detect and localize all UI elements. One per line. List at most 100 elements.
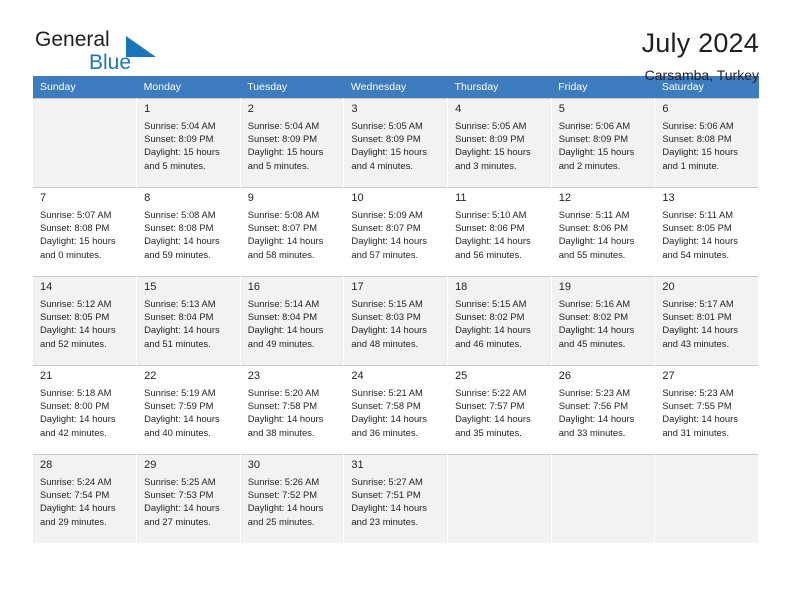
- daylight-duration-line2: and 45 minutes.: [558, 337, 626, 349]
- calendar-day-cell[interactable]: 11 Sunrise: 5:10 AM Sunset: 8:06 PM Dayligh…: [447, 187, 552, 276]
- calendar-day-cell[interactable]: 13 Sunrise: 5:11 AM Sunset: 8:05 PM Dayligh…: [654, 187, 759, 276]
- weekday-header-sunday: Sunday: [33, 76, 137, 98]
- calendar-day-cell[interactable]: 17 Sunrise: 5:15 AM Sunset: 8:03 PM Dayligh…: [343, 276, 449, 365]
- daylight-duration-line1: Daylight: 15 hours: [662, 146, 738, 158]
- calendar-day-cell[interactable]: 6 Sunrise: 5:06 AM Sunset: 8:08 PM Daylight…: [654, 98, 759, 187]
- calendar-day-cell[interactable]: 23 Sunrise: 5:20 AM Sunset: 7:58 PM Dayligh…: [240, 365, 345, 454]
- sunrise-time: Sunrise: 5:11 AM: [558, 209, 630, 220]
- sunrise-time: Sunrise: 5:09 AM: [351, 209, 423, 220]
- daylight-duration-line2: and 58 minutes.: [247, 248, 315, 260]
- day-number: 18: [455, 281, 468, 293]
- calendar-week-row: 1 Sunrise: 5:04 AM Sunset: 8:09 PM Daylight…: [33, 98, 759, 187]
- daylight-duration-line1: Daylight: 14 hours: [455, 413, 531, 425]
- day-sun-info: Sunrise: 5:13 AM Sunset: 8:04 PM Daylight:…: [144, 297, 233, 350]
- calendar-day-cell[interactable]: 29 Sunrise: 5:25 AM Sunset: 7:53 PM Dayligh…: [136, 454, 241, 543]
- day-sun-info: Sunrise: 5:06 AM Sunset: 8:08 PM Daylight:…: [662, 119, 751, 172]
- daylight-duration-line2: and 49 minutes.: [247, 337, 315, 349]
- daylight-duration-line1: Daylight: 14 hours: [662, 413, 738, 425]
- calendar-day-cell[interactable]: 31 Sunrise: 5:27 AM Sunset: 7:51 PM Dayligh…: [343, 454, 449, 543]
- day-cell-content: 3 Sunrise: 5:05 AM Sunset: 8:09 PM Daylight…: [344, 98, 448, 187]
- sunset-time: Sunset: 8:05 PM: [40, 311, 110, 323]
- day-sun-info: Sunrise: 5:16 AM Sunset: 8:02 PM Daylight:…: [559, 297, 648, 350]
- calendar-day-cell[interactable]: 18 Sunrise: 5:15 AM Sunset: 8:02 PM Dayligh…: [447, 276, 552, 365]
- day-cell-content: 23 Sunrise: 5:20 AM Sunset: 7:58 PM Dayligh…: [240, 365, 344, 454]
- sunrise-time: Sunrise: 5:25 AM: [144, 476, 216, 487]
- day-cell-content: 12 Sunrise: 5:11 AM Sunset: 8:06 PM Dayligh…: [551, 187, 655, 276]
- weekday-header-tuesday: Tuesday: [240, 76, 344, 98]
- daylight-duration-line2: and 56 minutes.: [455, 248, 522, 260]
- calendar-day-cell[interactable]: 2 Sunrise: 5:04 AM Sunset: 8:09 PM Daylight…: [240, 98, 345, 187]
- day-sun-info: Sunrise: 5:15 AM Sunset: 8:03 PM Daylight:…: [351, 297, 440, 350]
- calendar-day-cell[interactable]: 26 Sunrise: 5:23 AM Sunset: 7:56 PM Dayligh…: [551, 365, 656, 454]
- daylight-duration-line2: and 27 minutes.: [144, 515, 211, 527]
- day-cell-content: 7 Sunrise: 5:07 AM Sunset: 8:08 PM Daylight…: [33, 187, 137, 276]
- calendar-day-cell[interactable]: 3 Sunrise: 5:05 AM Sunset: 8:09 PM Daylight…: [343, 98, 449, 187]
- calendar-body: 1 Sunrise: 5:04 AM Sunset: 8:09 PM Daylight…: [33, 98, 759, 543]
- weekday-header-monday: Monday: [136, 76, 241, 98]
- sunset-time: Sunset: 8:09 PM: [247, 133, 318, 145]
- daylight-duration-line2: and 48 minutes.: [351, 337, 419, 349]
- day-number: 14: [40, 281, 53, 293]
- calendar-day-cell[interactable]: 21 Sunrise: 5:18 AM Sunset: 8:00 PM Dayligh…: [33, 365, 138, 454]
- day-number: 13: [662, 192, 675, 204]
- day-sun-info: Sunrise: 5:10 AM Sunset: 8:06 PM Daylight:…: [455, 208, 544, 261]
- calendar-day-cell[interactable]: 14 Sunrise: 5:12 AM Sunset: 8:05 PM Dayligh…: [33, 276, 138, 365]
- sunrise-time: Sunrise: 5:04 AM: [247, 120, 320, 131]
- sunset-time: Sunset: 8:09 PM: [144, 133, 214, 145]
- calendar-empty-cell: [654, 454, 759, 543]
- daylight-duration-line2: and 54 minutes.: [662, 248, 730, 260]
- day-number: 8: [144, 192, 151, 204]
- day-cell-content: 9 Sunrise: 5:08 AM Sunset: 8:07 PM Daylight…: [240, 187, 344, 276]
- calendar-day-cell[interactable]: 9 Sunrise: 5:08 AM Sunset: 8:07 PM Daylight…: [240, 187, 345, 276]
- day-cell-content: 14 Sunrise: 5:12 AM Sunset: 8:05 PM Dayligh…: [33, 276, 137, 365]
- day-number: 16: [247, 281, 261, 293]
- calendar-day-cell[interactable]: 24 Sunrise: 5:21 AM Sunset: 7:58 PM Dayligh…: [343, 365, 449, 454]
- sunrise-time: Sunrise: 5:10 AM: [455, 209, 527, 220]
- daylight-duration-line2: and 23 minutes.: [351, 515, 419, 527]
- day-number: 17: [351, 281, 364, 293]
- sunrise-time: Sunrise: 5:26 AM: [247, 476, 320, 487]
- sunset-time: Sunset: 8:09 PM: [351, 133, 421, 145]
- daylight-duration-line1: Daylight: 14 hours: [40, 324, 116, 336]
- daylight-duration-line1: Daylight: 14 hours: [558, 413, 635, 425]
- calendar-day-cell[interactable]: 7 Sunrise: 5:07 AM Sunset: 8:08 PM Daylight…: [33, 187, 138, 276]
- calendar-day-cell[interactable]: 5 Sunrise: 5:06 AM Sunset: 8:09 PM Daylight…: [551, 98, 656, 187]
- calendar-empty-cell: [551, 454, 656, 543]
- sunrise-time: Sunrise: 5:20 AM: [247, 387, 320, 398]
- calendar-day-cell[interactable]: 30 Sunrise: 5:26 AM Sunset: 7:52 PM Dayligh…: [240, 454, 345, 543]
- calendar-day-cell[interactable]: 8 Sunrise: 5:08 AM Sunset: 8:08 PM Daylight…: [136, 187, 241, 276]
- day-number: 29: [144, 459, 157, 471]
- calendar-day-cell[interactable]: 28 Sunrise: 5:24 AM Sunset: 7:54 PM Dayligh…: [33, 454, 138, 543]
- sunrise-time: Sunrise: 5:24 AM: [40, 476, 112, 487]
- day-number: 12: [558, 192, 571, 204]
- day-number: 26: [558, 370, 571, 382]
- calendar-day-cell[interactable]: 19 Sunrise: 5:16 AM Sunset: 8:02 PM Dayligh…: [551, 276, 656, 365]
- calendar-day-cell[interactable]: 22 Sunrise: 5:19 AM Sunset: 7:59 PM Dayligh…: [136, 365, 241, 454]
- daylight-duration-line1: Daylight: 14 hours: [247, 413, 324, 425]
- day-number: 3: [351, 103, 358, 115]
- daylight-duration-line1: Daylight: 15 hours: [558, 146, 635, 158]
- day-sun-info: Sunrise: 5:11 AM Sunset: 8:06 PM Daylight:…: [559, 208, 648, 261]
- calendar-day-cell[interactable]: 27 Sunrise: 5:23 AM Sunset: 7:55 PM Dayligh…: [654, 365, 759, 454]
- day-sun-info: Sunrise: 5:05 AM Sunset: 8:09 PM Daylight:…: [351, 119, 440, 172]
- calendar-week-row: 28 Sunrise: 5:24 AM Sunset: 7:54 PM Dayligh…: [33, 454, 759, 543]
- general-blue-logo[interactable]: General Blue: [33, 27, 156, 75]
- day-cell-content: 11 Sunrise: 5:10 AM Sunset: 8:06 PM Dayligh…: [448, 187, 551, 276]
- daylight-duration-line2: and 46 minutes.: [455, 337, 522, 349]
- calendar-day-cell[interactable]: 10 Sunrise: 5:09 AM Sunset: 8:07 PM Dayligh…: [343, 187, 449, 276]
- calendar-day-cell[interactable]: 15 Sunrise: 5:13 AM Sunset: 8:04 PM Dayligh…: [136, 276, 241, 365]
- daylight-duration-line1: Daylight: 14 hours: [662, 324, 738, 336]
- sunset-time: Sunset: 8:08 PM: [662, 133, 732, 145]
- calendar-day-cell[interactable]: 4 Sunrise: 5:05 AM Sunset: 8:09 PM Daylight…: [447, 98, 552, 187]
- sunset-time: Sunset: 7:53 PM: [144, 489, 214, 501]
- day-sun-info: Sunrise: 5:20 AM Sunset: 7:58 PM Daylight:…: [248, 386, 337, 439]
- calendar-day-cell[interactable]: 20 Sunrise: 5:17 AM Sunset: 8:01 PM Dayligh…: [654, 276, 759, 365]
- calendar-day-cell[interactable]: 1 Sunrise: 5:04 AM Sunset: 8:09 PM Daylight…: [136, 98, 241, 187]
- calendar-day-cell[interactable]: 16 Sunrise: 5:14 AM Sunset: 8:04 PM Dayligh…: [240, 276, 345, 365]
- sunset-time: Sunset: 7:51 PM: [351, 489, 421, 501]
- calendar-day-cell[interactable]: 12 Sunrise: 5:11 AM Sunset: 8:06 PM Dayligh…: [551, 187, 656, 276]
- day-sun-info: Sunrise: 5:24 AM Sunset: 7:54 PM Daylight:…: [40, 475, 129, 528]
- calendar-day-cell[interactable]: 25 Sunrise: 5:22 AM Sunset: 7:57 PM Dayligh…: [447, 365, 552, 454]
- sunset-time: Sunset: 8:00 PM: [40, 400, 110, 412]
- day-cell-content: 29 Sunrise: 5:25 AM Sunset: 7:53 PM Dayligh…: [137, 454, 240, 543]
